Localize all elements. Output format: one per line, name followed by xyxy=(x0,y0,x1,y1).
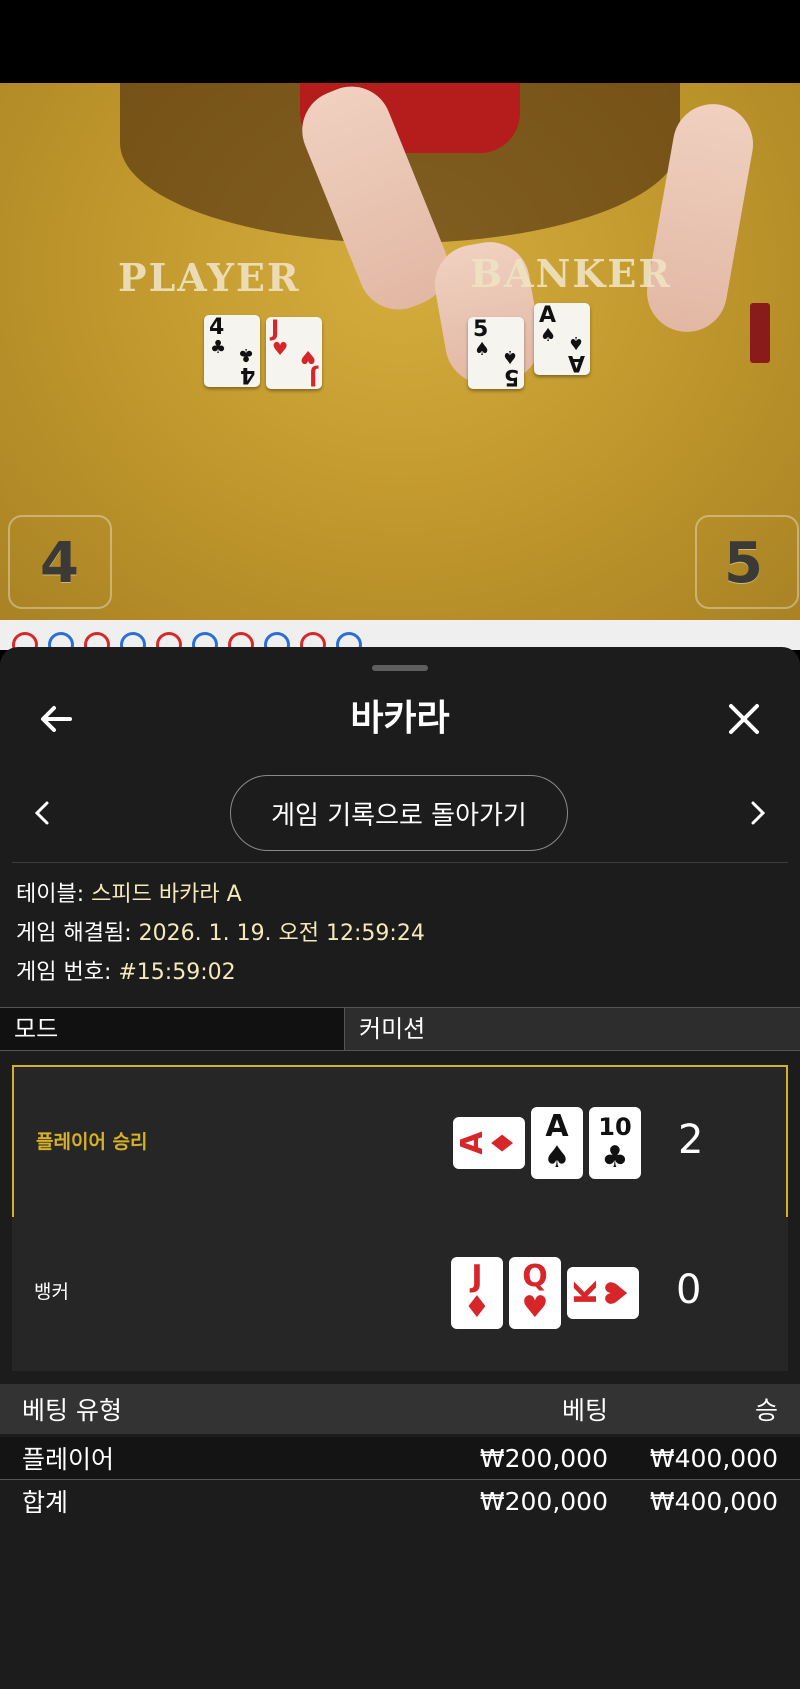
live-video-feed: PLAYER BANKER 4 ♣ 4 ♣ J ♥ J ♥ 5 ♠ 5 ♠ A ♠ A ♠ 4 5 xyxy=(0,83,800,620)
header-bet: 베팅 xyxy=(561,1396,608,1425)
card-suit: ♥ xyxy=(272,339,289,360)
result-card: K ♥ xyxy=(567,1267,639,1319)
status-bar xyxy=(0,0,800,83)
result-card: J ♦ xyxy=(451,1257,503,1329)
result-card: A ♠ xyxy=(531,1107,583,1179)
sheet-title: 바카라 xyxy=(350,698,450,739)
row-win: ₩400,000 xyxy=(649,1443,778,1473)
card-suit: ♠ xyxy=(474,339,491,360)
tab-commission[interactable]: 커미션 xyxy=(345,1008,800,1050)
result-card: Q ♥ xyxy=(509,1257,561,1329)
game-number-info: 게임 번호: #15:59:02 xyxy=(16,958,236,988)
player-score: 4 xyxy=(40,531,79,596)
card-suit: ♠ xyxy=(501,346,518,367)
close-button[interactable] xyxy=(714,689,774,749)
game-number-value: #15:59:02 xyxy=(118,960,236,985)
card-rank: 4 xyxy=(239,362,255,387)
table-label: 테이블: xyxy=(16,882,92,907)
card-rank: A xyxy=(567,350,585,375)
card-suit: ♠ xyxy=(543,1140,571,1175)
bets-table-header: 베팅 유형 베팅 승 xyxy=(0,1384,800,1434)
game-number-label: 게임 번호: xyxy=(16,960,119,985)
previous-game-button[interactable] xyxy=(22,789,62,837)
card-rank: 5 xyxy=(473,317,489,342)
game-history-sheet: 바카라 게임 기록으로 돌아가기 테이블: 스피드 바카라 A 게임 해결됨: … xyxy=(0,647,800,1689)
chevron-right-icon xyxy=(751,801,766,825)
result-score: 2 xyxy=(678,1117,704,1163)
back-to-history-button[interactable]: 게임 기록으로 돌아가기 xyxy=(230,775,568,851)
card-suit: ♣ xyxy=(237,344,254,365)
card-rank: A xyxy=(545,1109,569,1144)
table-row: 플레이어 ₩200,000 ₩400,000 xyxy=(0,1437,800,1479)
card-rank: J xyxy=(471,1259,483,1294)
card-rank: Q xyxy=(522,1259,548,1294)
banker-table-card: 5 ♠ 5 ♠ xyxy=(468,317,524,389)
row-bet: ₩200,000 xyxy=(479,1443,608,1473)
card-suit: ♥ xyxy=(600,1279,635,1307)
card-rank: J xyxy=(308,364,317,389)
table-info: 테이블: 스피드 바카라 A xyxy=(16,880,242,910)
total-row: 합계 ₩200,000 ₩400,000 xyxy=(0,1480,800,1522)
player-table-card: J ♥ J ♥ xyxy=(266,317,322,389)
card-rank: 5 xyxy=(503,364,519,389)
card-rank: 4 xyxy=(209,315,225,340)
card-rank: K xyxy=(569,1281,604,1305)
sheet-grabber[interactable] xyxy=(372,665,428,671)
bead-road xyxy=(0,620,800,650)
total-label: 합계 xyxy=(22,1488,69,1517)
card-rank: A xyxy=(455,1131,490,1155)
banker-table-card: A ♠ A ♠ xyxy=(534,303,590,375)
card-suit: ♥ xyxy=(299,346,316,367)
result-card: 10 ♣ xyxy=(589,1107,641,1179)
card-rank: A xyxy=(539,303,557,328)
card-suit: ♠ xyxy=(567,332,584,353)
header-win: 승 xyxy=(754,1396,778,1425)
result-label: 플레이어 승리 xyxy=(36,1131,148,1153)
player-table-card: 4 ♣ 4 ♣ xyxy=(204,315,260,387)
resolved-value: 2026. 1. 19. 오전 12:59:24 xyxy=(138,921,425,946)
tab-mode[interactable]: 모드 xyxy=(0,1008,345,1050)
banker-area-label: BANKER xyxy=(470,251,672,296)
card-rank: J xyxy=(271,317,280,342)
resolved-info: 게임 해결됨: 2026. 1. 19. 오전 12:59:24 xyxy=(16,919,425,949)
card-shoe xyxy=(750,303,770,363)
header-bet-type: 베팅 유형 xyxy=(22,1396,122,1425)
banker-score: 5 xyxy=(724,531,763,596)
banker-result-panel: 뱅커 J ♦ Q ♥ K ♥ 0 xyxy=(12,1217,788,1371)
mode-tabs: 모드 커미션 xyxy=(0,1007,800,1051)
result-score: 0 xyxy=(676,1267,702,1313)
card-rank: 10 xyxy=(598,1113,632,1141)
player-area-label: PLAYER xyxy=(118,255,301,300)
divider xyxy=(12,862,788,863)
table-value: 스피드 바카라 A xyxy=(91,882,242,907)
card-suit: ♠ xyxy=(540,325,557,346)
card-suit: ♣ xyxy=(601,1140,629,1175)
chevron-left-icon xyxy=(34,801,49,825)
card-suit: ♣ xyxy=(210,337,227,358)
row-bet-type: 플레이어 xyxy=(22,1445,115,1474)
resolved-label: 게임 해결됨: xyxy=(16,921,139,946)
result-label: 뱅커 xyxy=(34,1281,69,1303)
card-suit: ♦ xyxy=(486,1129,521,1157)
card-suit: ♥ xyxy=(521,1290,549,1325)
result-card: A ♦ xyxy=(453,1117,525,1169)
card-suit: ♦ xyxy=(463,1290,491,1325)
close-icon xyxy=(729,704,759,734)
total-bet: ₩200,000 xyxy=(479,1486,608,1516)
total-win: ₩400,000 xyxy=(649,1486,778,1516)
player-result-panel: 플레이어 승리 A ♦ A ♠ 10 ♣ 2 xyxy=(12,1065,788,1219)
next-game-button[interactable] xyxy=(738,789,778,837)
